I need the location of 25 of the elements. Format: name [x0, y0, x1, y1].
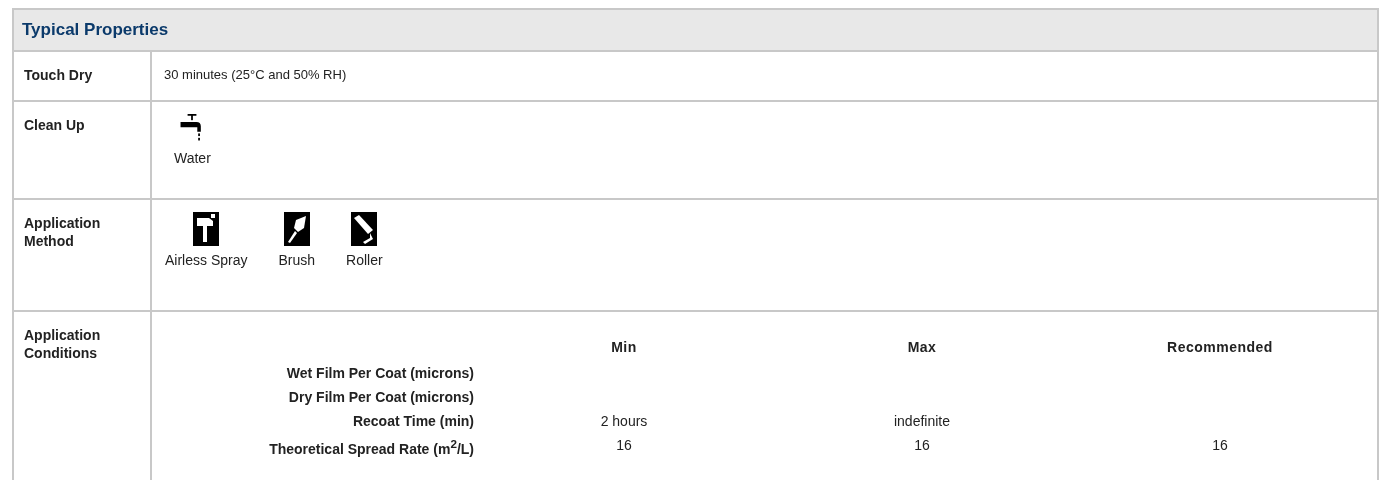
method-label: Roller [346, 252, 383, 268]
method-label: Brush [278, 252, 316, 268]
condition-value: 2 hours [600, 413, 648, 429]
column-header: Max [907, 339, 937, 355]
condition-label: Theoretical Spread Rate (m$^{2}$/L) [269, 437, 474, 457]
condition-value: 16 [914, 437, 930, 453]
row-label: Touch Dry [24, 67, 93, 83]
row-label: Clean Up [24, 117, 85, 133]
row-value: 30 minutes (25°C and 50% RH) [164, 67, 347, 82]
condition-label: Wet Film Per Coat (microns) [286, 365, 474, 381]
condition-value: 16 [1212, 437, 1228, 453]
paint-roller-icon [351, 212, 378, 246]
condition-value: 16 [616, 437, 632, 453]
row-label: Application Conditions [24, 327, 101, 361]
method-label: Water [174, 150, 211, 166]
brush-icon [283, 212, 310, 246]
column-header: Min [611, 339, 637, 355]
row-label: Application Method [24, 215, 101, 249]
method-label: Airless Spray [165, 252, 248, 268]
spray-gun-icon [193, 212, 220, 246]
condition-label: Recoat Time (min) [352, 413, 474, 429]
section-title: Typical Properties [22, 20, 169, 40]
condition-label: Dry Film Per Coat (microns) [288, 389, 474, 405]
column-header: Recommended [1167, 339, 1273, 355]
condition-value: indefinite [893, 413, 950, 429]
